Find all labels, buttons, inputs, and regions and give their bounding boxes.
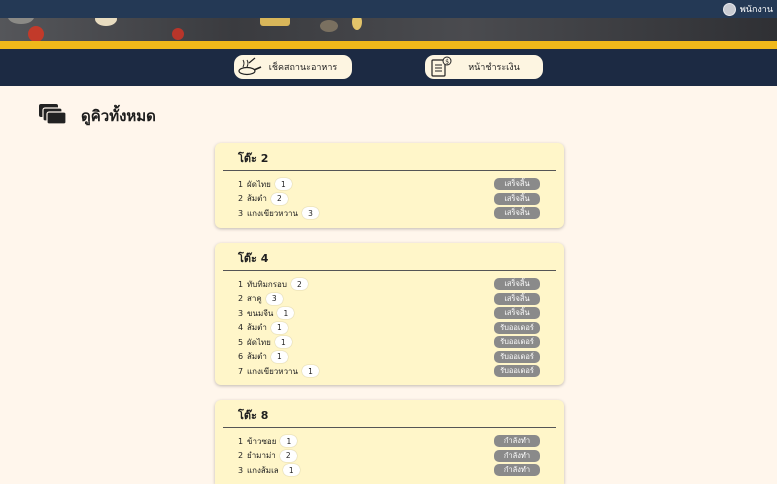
order-row: 3 ขนมจีน 1 เสร็จสิ้น	[215, 306, 564, 321]
order-index: 3	[238, 465, 244, 475]
order-status-button[interactable]: เสร็จสิ้น	[494, 207, 540, 220]
order-item-name: ส้มตำ	[247, 194, 267, 204]
order-index: 1	[238, 436, 244, 446]
user-menu[interactable]: พนักงาน	[722, 2, 773, 16]
order-status-button[interactable]: เสร็จสิ้น	[494, 307, 540, 320]
table-title: โต๊ะ 4	[223, 243, 556, 271]
page-heading: ดูคิวทั้งหมด	[38, 103, 156, 129]
order-status-button[interactable]: เสร็จสิ้น	[494, 278, 540, 291]
order-status-button[interactable]: กำลังทำ	[494, 449, 540, 462]
order-index: 2	[238, 451, 244, 461]
order-status-button[interactable]: รับออเดอร์	[494, 365, 540, 378]
order-status-button[interactable]: รับออเดอร์	[494, 336, 540, 349]
order-row: 7 แกงเขียวหวาน 1 รับออเดอร์	[215, 364, 564, 379]
order-index: 2	[238, 294, 244, 304]
order-index: 2	[238, 194, 244, 204]
user-name: พนักงาน	[739, 5, 773, 15]
page-title: ดูคิวทั้งหมด	[81, 107, 156, 125]
order-qty-badge: 1	[302, 365, 320, 378]
order-status-button[interactable]: เสร็จสิ้น	[494, 178, 540, 191]
order-qty-badge: 2	[290, 278, 308, 291]
table-card-8: โต๊ะ 8 1 ข้าวซอย 1 กำลังทำ 2 ยำมาม่า 2 ก…	[215, 400, 564, 484]
check-food-status-button[interactable]: เช็คสถานะอาหาร	[234, 55, 352, 79]
order-status-button[interactable]: กำลังทำ	[494, 435, 540, 448]
order-item-name: ผัดไทย	[247, 337, 271, 347]
order-item-name: ผัดไทย	[247, 179, 271, 189]
order-row: 2 สาคู 3 เสร็จสิ้น	[215, 292, 564, 307]
order-row: 1 ทับทิมกรอบ 2 เสร็จสิ้น	[215, 277, 564, 292]
order-item-name: ยำมาม่า	[247, 451, 276, 461]
order-row: 5 ผัดไทย 1 รับออเดอร์	[215, 335, 564, 350]
order-index: 3	[238, 308, 244, 318]
order-item-name: ทับทิมกรอบ	[247, 279, 287, 289]
order-index: 3	[238, 208, 244, 218]
user-avatar-icon	[722, 2, 736, 16]
order-qty-badge: 3	[265, 292, 283, 305]
order-item-name: ส้มตำ	[247, 352, 267, 362]
stacked-cards-icon	[38, 103, 67, 129]
order-qty-badge: 1	[282, 464, 300, 477]
order-index: 6	[238, 352, 244, 362]
order-status-button[interactable]: รับออเดอร์	[494, 321, 540, 334]
table-title: โต๊ะ 2	[223, 143, 556, 171]
order-item-name: แกงส้มเล	[247, 465, 279, 475]
table-title: โต๊ะ 8	[223, 400, 556, 428]
top-bar: พนักงาน	[0, 0, 777, 18]
accent-stripe	[0, 41, 777, 49]
order-qty-badge: 1	[270, 350, 288, 363]
order-status-button[interactable]: เสร็จสิ้น	[494, 192, 540, 205]
order-item-name: ข้าวซอย	[247, 436, 277, 446]
order-qty-badge: 1	[274, 178, 292, 191]
table-card-2: โต๊ะ 2 1 ผัดไทย 1 เสร็จสิ้น 2 ส้มตำ 2 เส…	[215, 143, 564, 228]
order-index: 1	[238, 279, 244, 289]
order-item-name: แกงเขียวหวาน	[247, 366, 299, 376]
receipt-icon: $	[425, 56, 455, 78]
nav-bar: เช็คสถานะอาหาร $ หน้าชำระเงิน	[0, 49, 777, 86]
order-row: 6 ส้มตำ 1 รับออเดอร์	[215, 350, 564, 365]
order-qty-badge: 2	[270, 192, 288, 205]
order-item-name: ขนมจีน	[247, 308, 274, 318]
order-status-button[interactable]: กำลังทำ	[494, 464, 540, 477]
nav-button-label: หน้าชำระเงิน	[468, 63, 520, 73]
order-row: 1 ข้าวซอย 1 กำลังทำ	[215, 434, 564, 449]
payment-page-button[interactable]: $ หน้าชำระเงิน	[425, 55, 543, 79]
order-qty-badge: 1	[280, 435, 298, 448]
order-item-name: ส้มตำ	[247, 323, 267, 333]
table-card-4: โต๊ะ 4 1 ทับทิมกรอบ 2 เสร็จสิ้น 2 สาคู 3…	[215, 243, 564, 385]
header-banner	[0, 18, 777, 41]
order-index: 7	[238, 366, 244, 376]
order-qty-badge: 1	[270, 321, 288, 334]
order-index: 5	[238, 337, 244, 347]
order-qty-badge: 1	[274, 336, 292, 349]
cooking-pan-icon	[234, 56, 264, 78]
order-qty-badge: 2	[279, 449, 297, 462]
order-index: 1	[238, 179, 244, 189]
order-status-button[interactable]: รับออเดอร์	[494, 350, 540, 363]
order-row: 4 ส้มตำ 1 รับออเดอร์	[215, 321, 564, 336]
order-row: 3 แกงเขียวหวาน 3 เสร็จสิ้น	[215, 206, 564, 221]
order-status-button[interactable]: เสร็จสิ้น	[494, 292, 540, 305]
order-qty-badge: 1	[277, 307, 295, 320]
order-row: 3 แกงส้มเล 1 กำลังทำ	[215, 463, 564, 478]
order-qty-badge: 3	[302, 207, 320, 220]
order-row: 2 ส้มตำ 2 เสร็จสิ้น	[215, 192, 564, 207]
order-row: 1 ผัดไทย 1 เสร็จสิ้น	[215, 177, 564, 192]
order-row: 2 ยำมาม่า 2 กำลังทำ	[215, 449, 564, 464]
order-index: 4	[238, 323, 244, 333]
order-item-name: สาคู	[247, 294, 262, 304]
nav-button-label: เช็คสถานะอาหาร	[268, 63, 338, 73]
order-item-name: แกงเขียวหวาน	[247, 208, 299, 218]
svg-text:$: $	[445, 59, 449, 66]
